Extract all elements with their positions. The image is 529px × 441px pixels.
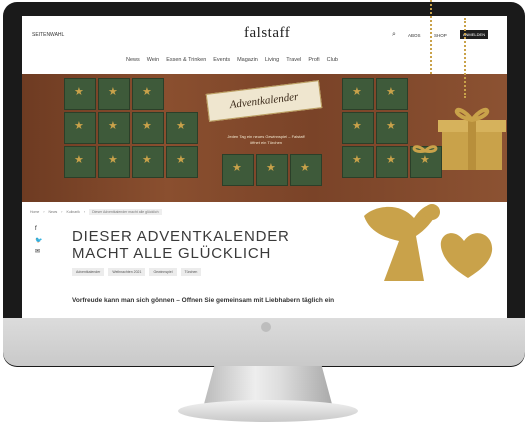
apple-logo-icon (261, 322, 271, 332)
tag-tuerchen[interactable]: Türchen (180, 268, 202, 276)
calendar-door: ★ (64, 112, 96, 144)
hanging-string (430, 0, 432, 74)
nav-item-profi[interactable]: Profi (308, 57, 319, 67)
calendar-door: ★ (166, 146, 198, 178)
angel-icon (364, 204, 493, 281)
top-bar: SEITENWAHL falstaff ⌕ ABOS SHOP ANMELDEN (22, 16, 507, 46)
calendar-door: ★ (376, 146, 408, 178)
edition-select[interactable]: SEITENWAHL (32, 32, 64, 38)
nav-item-club[interactable]: Club (327, 57, 338, 67)
search-icon[interactable]: ⌕ (392, 31, 396, 39)
facebook-icon[interactable]: f (35, 226, 37, 232)
tag-weihnachten[interactable]: Weihnachten 2021 (108, 268, 146, 276)
article-headline: DIESER ADVENTKALENDER MACHT ALLE GLÜCKLI… (72, 228, 290, 262)
hero-subtitle: Jeden Tag ein neues Gewinnspiel – Falsta… (227, 134, 305, 145)
breadcrumb-home[interactable]: Home (30, 210, 39, 214)
tag-adventkalender[interactable]: Adventkalender (72, 268, 105, 276)
calendar-door: ★ (64, 146, 96, 178)
calendar-door: ★ (132, 78, 164, 110)
gift-box-icon (438, 108, 506, 170)
breadcrumb: Home › News › Kulinarik › Dieser Adventk… (30, 209, 162, 215)
calendar-door: ★ (222, 154, 254, 186)
twitter-icon[interactable]: 🐦 (35, 237, 42, 244)
monitor-stand (204, 366, 332, 404)
abos-link[interactable]: ABOS (408, 33, 421, 38)
calendar-door: ★ (98, 146, 130, 178)
email-icon[interactable]: ✉ (35, 248, 40, 255)
calendar-door: ★ (64, 78, 96, 110)
nav-item-magazin[interactable]: Magazin (237, 57, 258, 67)
calendar-door: ★ (132, 146, 164, 178)
calendar-door: ★ (342, 78, 374, 110)
main-nav: News Wein Essen & Trinken Events Magazin… (126, 57, 338, 67)
calendar-door: ★ (342, 146, 374, 178)
tag-gewinnspiel[interactable]: Gewinnspiel (149, 268, 177, 276)
nav-item-essen[interactable]: Essen & Trinken (166, 57, 206, 67)
calendar-door: ★ (376, 112, 408, 144)
calendar-door: ★ (256, 154, 288, 186)
monitor-base (178, 400, 358, 422)
adventkalender-banner: Adventkalender (205, 80, 323, 122)
calendar-door: ★ (98, 78, 130, 110)
nav-item-living[interactable]: Living (265, 57, 279, 67)
tag-list: Adventkalender Weihnachten 2021 Gewinnsp… (72, 268, 202, 276)
shop-link[interactable]: SHOP (434, 33, 447, 38)
calendar-door: ★ (290, 154, 322, 186)
article-teaser: Vorfreude kann man sich gönnen – Öffnen … (72, 297, 335, 304)
site-logo[interactable]: falstaff (244, 25, 290, 42)
calendar-door: ★ (166, 112, 198, 144)
calendar-door: ★ (98, 112, 130, 144)
bow-icon (412, 145, 438, 153)
hanging-string (464, 18, 466, 98)
calendar-door: ★ (376, 78, 408, 110)
nav-item-travel[interactable]: Travel (286, 57, 301, 67)
calendar-door: ★ (132, 112, 164, 144)
nav-item-wein[interactable]: Wein (147, 57, 159, 67)
breadcrumb-kulinarik[interactable]: Kulinarik (66, 210, 79, 214)
breadcrumb-current: Dieser Adventkalender macht alle glückli… (89, 209, 162, 215)
calendar-door: ★ (342, 112, 374, 144)
nav-item-news[interactable]: News (126, 57, 140, 67)
nav-item-events[interactable]: Events (213, 57, 230, 67)
breadcrumb-news[interactable]: News (49, 210, 58, 214)
